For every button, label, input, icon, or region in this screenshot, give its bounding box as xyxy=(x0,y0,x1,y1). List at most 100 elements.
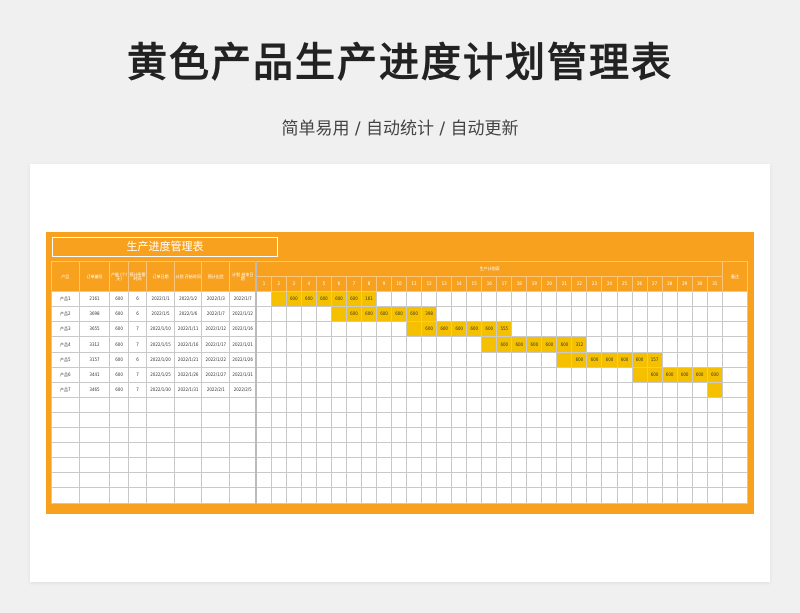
empty-cell[interactable] xyxy=(676,472,693,489)
gantt-cell[interactable] xyxy=(451,366,468,383)
gantt-cell[interactable] xyxy=(571,381,588,398)
empty-cell[interactable] xyxy=(586,487,603,504)
gantt-cell[interactable] xyxy=(330,351,347,368)
cell-output[interactable]: 600 xyxy=(109,381,129,398)
empty-cell[interactable] xyxy=(270,472,287,489)
empty-cell[interactable] xyxy=(406,487,423,504)
empty-cell[interactable] xyxy=(315,442,332,459)
gantt-cell[interactable] xyxy=(285,366,302,383)
gantt-cell[interactable] xyxy=(255,291,272,308)
empty-cell[interactable] xyxy=(631,411,648,429)
gantt-cell[interactable] xyxy=(556,291,573,308)
gantt-cell[interactable] xyxy=(345,381,362,398)
empty-cell[interactable] xyxy=(691,396,708,413)
cell-ship-date[interactable]: 2022/1/27 xyxy=(201,366,231,383)
cell-output[interactable]: 600 xyxy=(109,291,129,308)
gantt-cell[interactable] xyxy=(676,351,693,368)
empty-cell[interactable] xyxy=(51,487,80,504)
gantt-bar-cell[interactable]: 600 xyxy=(436,321,453,338)
empty-cell[interactable] xyxy=(436,411,453,429)
gantt-cell[interactable] xyxy=(406,291,423,308)
empty-cell[interactable] xyxy=(146,411,175,429)
empty-cell[interactable] xyxy=(706,442,723,459)
empty-cell[interactable] xyxy=(406,396,423,413)
gantt-cell[interactable] xyxy=(511,366,528,383)
cell-ship-date[interactable]: 2022/1/17 xyxy=(201,336,231,353)
empty-cell[interactable] xyxy=(345,427,362,444)
empty-cell[interactable] xyxy=(285,457,302,474)
gantt-cell[interactable] xyxy=(436,306,453,323)
empty-cell[interactable] xyxy=(646,442,663,459)
empty-cell[interactable] xyxy=(721,411,749,429)
empty-cell[interactable] xyxy=(511,427,528,444)
gantt-cell[interactable] xyxy=(526,351,543,368)
gantt-cell[interactable] xyxy=(661,381,678,398)
empty-cell[interactable] xyxy=(360,442,378,459)
gantt-cell[interactable] xyxy=(691,321,708,338)
gantt-cell[interactable] xyxy=(526,366,543,383)
cell-order-date[interactable]: 2022/1/5 xyxy=(146,306,175,323)
gantt-cell[interactable] xyxy=(300,321,317,338)
gantt-cell[interactable] xyxy=(481,351,498,368)
empty-cell[interactable] xyxy=(391,457,408,474)
empty-cell[interactable] xyxy=(51,442,80,459)
gantt-bar-cell[interactable]: 161 xyxy=(360,291,378,308)
empty-cell[interactable] xyxy=(300,411,317,429)
cell-order-date[interactable]: 2022/1/30 xyxy=(146,381,175,398)
empty-cell[interactable] xyxy=(571,427,588,444)
empty-cell[interactable] xyxy=(481,396,498,413)
gantt-bar-cell[interactable]: 600 xyxy=(466,321,483,338)
empty-cell[interactable] xyxy=(300,472,317,489)
empty-cell[interactable] xyxy=(466,427,483,444)
gantt-cell[interactable] xyxy=(375,381,393,398)
cell-days[interactable]: 7 xyxy=(127,336,148,353)
empty-cell[interactable] xyxy=(391,396,408,413)
empty-cell[interactable] xyxy=(421,487,438,504)
gantt-bar-cell[interactable]: 600 xyxy=(571,351,588,368)
gantt-cell[interactable] xyxy=(616,336,633,353)
cell-days[interactable]: 6 xyxy=(127,306,148,323)
empty-cell[interactable] xyxy=(51,411,80,429)
cell-ship-date[interactable]: 2022/2/1 xyxy=(201,381,231,398)
gantt-cell[interactable] xyxy=(270,351,287,368)
empty-cell[interactable] xyxy=(646,472,663,489)
gantt-cell[interactable] xyxy=(360,381,378,398)
gantt-cell[interactable] xyxy=(451,336,468,353)
empty-cell[interactable] xyxy=(646,427,663,444)
cell-plan-start[interactable]: 2022/1/31 xyxy=(173,381,203,398)
empty-cell[interactable] xyxy=(691,427,708,444)
gantt-bar-cell[interactable] xyxy=(481,336,498,353)
empty-cell[interactable] xyxy=(330,487,347,504)
empty-cell[interactable] xyxy=(201,487,231,504)
gantt-cell[interactable] xyxy=(631,306,648,323)
gantt-bar-cell[interactable]: 600 xyxy=(481,321,498,338)
gantt-cell[interactable] xyxy=(691,381,708,398)
empty-cell[interactable] xyxy=(146,487,175,504)
cell-days[interactable]: 7 xyxy=(127,366,148,383)
cell-plan-end[interactable]: 2022/1/7 xyxy=(229,291,258,308)
gantt-cell[interactable] xyxy=(541,366,558,383)
gantt-bar-cell[interactable] xyxy=(270,291,287,308)
empty-cell[interactable] xyxy=(201,442,231,459)
empty-cell[interactable] xyxy=(526,442,543,459)
empty-cell[interactable] xyxy=(375,427,393,444)
gantt-bar-cell[interactable] xyxy=(330,306,347,323)
empty-cell[interactable] xyxy=(646,487,663,504)
empty-cell[interactable] xyxy=(270,411,287,429)
gantt-cell[interactable] xyxy=(466,351,483,368)
gantt-cell[interactable] xyxy=(315,381,332,398)
gantt-cell[interactable] xyxy=(661,336,678,353)
empty-cell[interactable] xyxy=(330,396,347,413)
empty-cell[interactable] xyxy=(661,442,678,459)
gantt-cell[interactable] xyxy=(466,306,483,323)
gantt-cell[interactable] xyxy=(706,336,723,353)
gantt-cell[interactable] xyxy=(391,366,408,383)
empty-cell[interactable] xyxy=(661,396,678,413)
cell-output[interactable]: 600 xyxy=(109,336,129,353)
empty-cell[interactable] xyxy=(360,427,378,444)
empty-cell[interactable] xyxy=(315,487,332,504)
empty-cell[interactable] xyxy=(451,442,468,459)
gantt-cell[interactable] xyxy=(601,336,618,353)
empty-cell[interactable] xyxy=(201,427,231,444)
empty-cell[interactable] xyxy=(270,487,287,504)
